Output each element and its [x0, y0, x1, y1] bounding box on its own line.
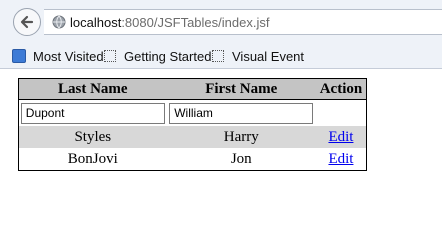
header-action: Action [315, 78, 367, 100]
edit-link[interactable]: Edit [328, 129, 353, 145]
last-name-cell: BonJovi [67, 150, 118, 167]
address-bar[interactable]: localhost:8080/JSFTables/index.jsf [44, 9, 442, 35]
header-first-name: First Name [166, 78, 316, 100]
action-cell: Edit [316, 148, 367, 171]
back-arrow-icon [20, 15, 34, 29]
first-name-cell: William [167, 100, 316, 127]
first-name-cell: Jon [230, 150, 252, 167]
browser-chrome: localhost:8080/JSFTables/index.jsf Most … [0, 0, 442, 69]
bookmark-label: Getting Started [124, 48, 212, 64]
people-table: Last Name First Name Action Dupont Willi… [18, 78, 367, 171]
page-content: Last Name First Name Action Dupont Willi… [0, 69, 442, 210]
url-text: localhost:8080/JSFTables/index.jsf [70, 15, 269, 30]
bookmark-label: Visual Event [232, 48, 305, 64]
bookmark-visual-event[interactable]: Visual Event [212, 47, 304, 65]
bookmark-page-icon [212, 50, 224, 62]
bookmark-label: Most Visited [33, 48, 104, 64]
url-path: :8080/JSFTables/index.jsf [121, 15, 270, 30]
most-visited-icon [12, 49, 26, 63]
first-name-cell: Harry [223, 128, 259, 145]
new-entry-row: Dupont William [19, 100, 367, 127]
url-host: localhost [70, 15, 122, 30]
back-button[interactable] [13, 8, 41, 36]
last-name-cell: Styles [74, 128, 112, 145]
table-row: Styles Harry Edit [18, 126, 367, 148]
last-name-cell: Dupont [19, 100, 167, 127]
bookmark-getting-started[interactable]: Getting Started [104, 47, 211, 65]
header-last-name: Last Name [18, 78, 167, 100]
first-name-input[interactable]: William [169, 102, 314, 124]
action-cell: Edit [316, 126, 367, 148]
edit-link[interactable]: Edit [328, 151, 353, 167]
table-row: BonJovi Jon Edit [19, 148, 367, 171]
action-cell [316, 100, 367, 127]
bookmark-page-icon [104, 50, 116, 62]
last-name-input[interactable]: Dupont [20, 102, 165, 124]
bookmarks-toolbar: Most Visited Getting Started Visual Even… [0, 44, 442, 68]
bookmark-most-visited[interactable]: Most Visited [12, 47, 104, 65]
globe-icon [52, 15, 66, 29]
table-header-row: Last Name First Name Action [18, 78, 367, 100]
